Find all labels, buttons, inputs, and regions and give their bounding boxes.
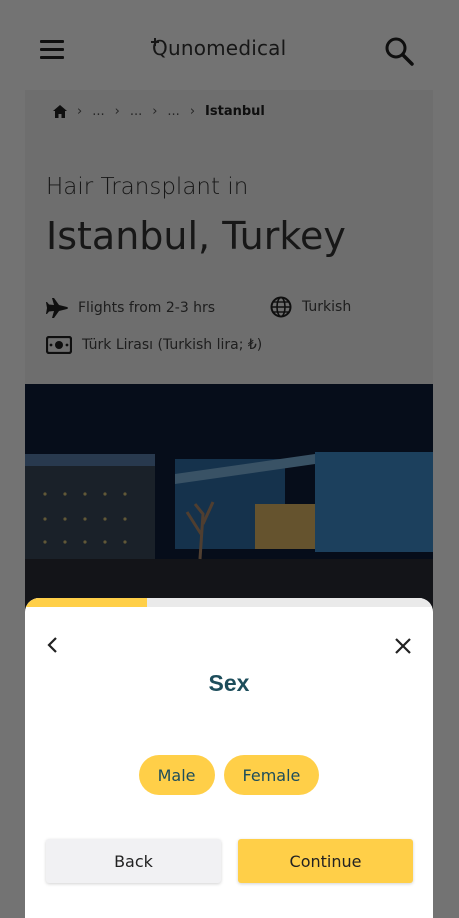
breadcrumb: › ... › ... › ... › Istanbul <box>53 104 265 119</box>
breadcrumb-item[interactable]: ... <box>92 104 104 119</box>
breadcrumb-item[interactable]: ... <box>130 104 142 119</box>
breadcrumb-current: Istanbul <box>205 104 265 119</box>
option-female-button[interactable]: Female <box>223 755 320 795</box>
option-male-button[interactable]: Male <box>138 755 215 795</box>
globe-icon <box>270 296 292 318</box>
continue-button[interactable]: Continue <box>238 839 413 883</box>
close-icon[interactable] <box>393 636 413 656</box>
currency-info: Türk Lirası (Turkish lira; ₺) <box>46 336 262 354</box>
airplane-icon <box>46 298 68 318</box>
hamburger-menu-icon[interactable] <box>40 40 64 60</box>
search-icon[interactable] <box>384 36 414 66</box>
chevron-left-icon[interactable] <box>45 636 61 654</box>
progress-bar <box>25 598 433 607</box>
page-subtitle: Hair Transplant in <box>46 174 249 200</box>
language-text: Turkish <box>302 299 352 315</box>
breadcrumb-item[interactable]: ... <box>167 104 179 119</box>
breadcrumb-separator: › <box>77 104 83 119</box>
language-info: Turkish <box>270 296 351 318</box>
top-header: Qunomedical <box>0 0 459 90</box>
breadcrumb-separator: › <box>114 104 120 119</box>
home-icon[interactable] <box>53 105 67 118</box>
progress-bar-fill <box>25 598 148 607</box>
questionnaire-modal: Sex Male Female Back Continue <box>25 598 433 918</box>
flights-text: Flights from 2-3 hrs <box>78 300 216 316</box>
currency-text: Türk Lirası (Turkish lira; ₺) <box>82 337 263 353</box>
breadcrumb-separator: › <box>152 104 158 119</box>
logo-plus-icon <box>151 38 159 46</box>
page-title: Istanbul, Turkey <box>46 214 346 258</box>
flights-info: Flights from 2-3 hrs <box>46 298 215 318</box>
breadcrumb-separator: › <box>189 104 196 119</box>
destination-page: › ... › ... › ... › Istanbul Hair Transp… <box>25 90 433 650</box>
site-logo[interactable]: Qunomedical <box>151 36 287 60</box>
question-title: Sex <box>208 670 250 696</box>
cash-icon <box>46 336 72 354</box>
back-button[interactable]: Back <box>46 839 221 883</box>
answer-options: Male Female <box>25 755 433 795</box>
logo-text: Qunomedical <box>152 36 287 60</box>
